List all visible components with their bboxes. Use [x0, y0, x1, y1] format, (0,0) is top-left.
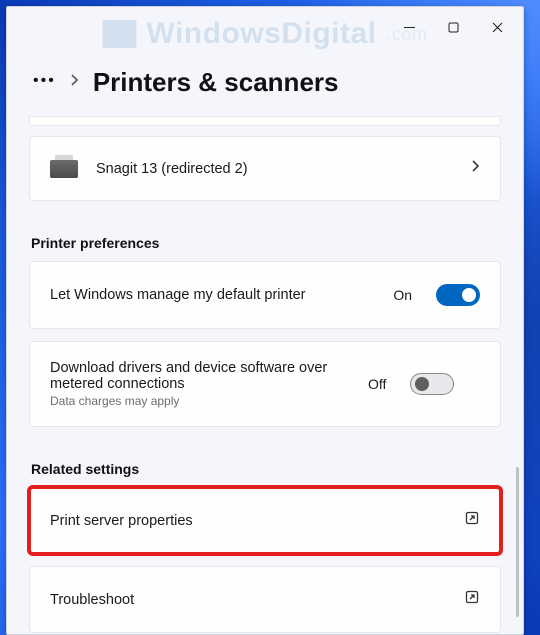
printer-icon [50, 160, 78, 178]
settings-window: WindowsDigital.com ••• Printers & scanne… [6, 6, 524, 635]
close-button[interactable] [475, 12, 519, 42]
previous-card-edge [29, 116, 501, 126]
chevron-right-icon [471, 159, 480, 178]
toggle-state-text: Off [368, 376, 386, 392]
printer-item[interactable]: Snagit 13 (redirected 2) [29, 136, 501, 201]
chevron-right-icon [70, 73, 79, 92]
page-title: Printers & scanners [93, 67, 339, 98]
toggle-knob [462, 288, 476, 302]
print-server-properties[interactable]: Print server properties [29, 487, 501, 554]
pref-metered[interactable]: Download drivers and device software ove… [29, 341, 501, 427]
breadcrumb-ellipsis[interactable]: ••• [33, 72, 56, 94]
maximize-button[interactable] [431, 12, 475, 42]
pref-sublabel: Data charges may apply [50, 394, 350, 408]
printer-name: Snagit 13 (redirected 2) [96, 161, 453, 177]
toggle-metered[interactable] [410, 373, 454, 395]
maximize-icon [448, 22, 459, 33]
section-heading-preferences: Printer preferences [29, 213, 501, 261]
open-external-icon [464, 510, 480, 531]
toggle-default-printer[interactable] [436, 284, 480, 306]
section-heading-related: Related settings [29, 439, 501, 487]
close-icon [492, 22, 503, 33]
troubleshoot[interactable]: Troubleshoot [29, 566, 501, 633]
minimize-button[interactable] [387, 12, 431, 42]
pref-label: Let Windows manage my default printer [50, 287, 375, 303]
pref-label: Download drivers and device software ove… [50, 360, 350, 392]
breadcrumb: ••• Printers & scanners [29, 47, 501, 116]
scrollbar[interactable] [516, 467, 519, 617]
titlebar [7, 7, 523, 47]
minimize-icon [404, 22, 415, 33]
link-label: Print server properties [50, 513, 446, 529]
toggle-state-text: On [393, 287, 412, 303]
link-label: Troubleshoot [50, 592, 446, 608]
open-external-icon [464, 589, 480, 610]
pref-default-printer[interactable]: Let Windows manage my default printer On [29, 261, 501, 329]
toggle-knob [415, 377, 429, 391]
